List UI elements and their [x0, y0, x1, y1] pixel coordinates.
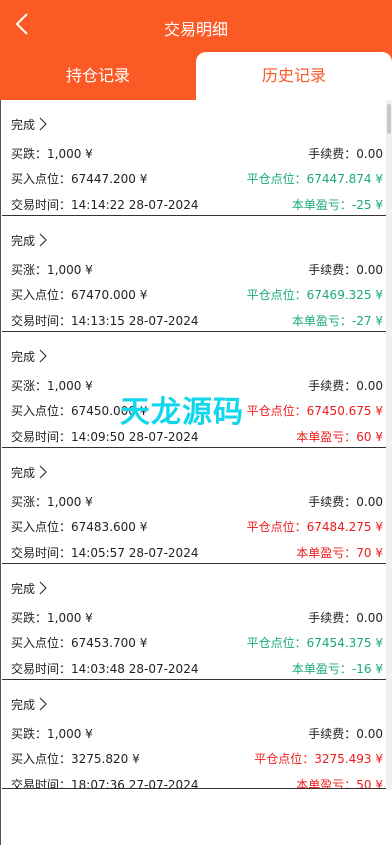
chevron-right-icon — [39, 233, 47, 247]
pnl-label: 本单盈亏： — [296, 546, 357, 560]
close-point-value: 67469.325 ¥ — [306, 288, 383, 302]
trade-time-label: 交易时间： — [11, 198, 72, 212]
status-label: 完成 — [11, 118, 36, 132]
page-title: 交易明细 — [163, 20, 228, 39]
fee-label: 手续费： — [308, 495, 357, 509]
tab-history-records[interactable]: 历史记录 — [196, 52, 392, 100]
pnl-label: 本单盈亏： — [291, 662, 352, 676]
trade-time-label: 交易时间： — [11, 662, 72, 676]
close-point-value: 67447.874 ¥ — [306, 172, 383, 186]
buy-point-label: 买入点位： — [11, 172, 72, 186]
buy-point-label: 买入点位： — [11, 752, 72, 766]
buy-point-label: 买入点位： — [11, 404, 72, 418]
watermark-text: 天龙源码 — [120, 395, 244, 430]
trade-direction-amount: 买涨：1,000 ¥ — [11, 379, 93, 393]
history-record-list[interactable]: 完成 买跌：1,000 ¥ 手续费：0.00 买入点位：67447.200 ¥ 平仓… — [0, 100, 392, 845]
scrollbar-thumb[interactable] — [387, 104, 391, 134]
chevron-right-icon — [39, 581, 47, 595]
fee-value: 0.00 — [356, 727, 383, 741]
chevron-right-icon — [39, 117, 47, 131]
history-record-card[interactable]: 完成 买涨：1,000 ¥ 手续费：0.00 买入点位：67483.600 ¥ 平仓… — [2, 448, 392, 564]
pnl-value: -25 ¥ — [351, 198, 383, 212]
chevron-right-icon — [39, 465, 47, 479]
buy-point-value: 3275.820 ¥ — [71, 752, 140, 766]
trade-time-label: 交易时间： — [11, 546, 72, 560]
fee-value: 0.00 — [356, 611, 383, 625]
pnl-label: 本单盈亏： — [296, 778, 357, 788]
pnl-value: -27 ¥ — [351, 314, 383, 328]
buy-point-value: 67447.200 ¥ — [71, 172, 148, 186]
fee-label: 手续费： — [308, 727, 357, 741]
trade-time-value: 14:05:57 28-07-2024 — [71, 546, 199, 560]
status-label: 完成 — [11, 234, 36, 248]
pnl-label: 本单盈亏： — [296, 430, 357, 444]
status-label: 完成 — [11, 698, 36, 712]
status-label: 完成 — [11, 582, 36, 596]
buy-point-label: 买入点位： — [11, 288, 72, 302]
trade-time-value: 14:14:22 28-07-2024 — [71, 198, 199, 212]
fee-value: 0.00 — [356, 263, 383, 277]
pnl-value: 70 ¥ — [356, 546, 383, 560]
list-scrollbar[interactable] — [386, 100, 392, 790]
trade-time-label: 交易时间： — [11, 314, 72, 328]
trade-time-value: 14:13:15 28-07-2024 — [71, 314, 199, 328]
trade-direction-amount: 买跌：1,000 ¥ — [11, 147, 93, 161]
buy-point-value: 67470.000 ¥ — [71, 288, 148, 302]
chevron-right-icon — [39, 697, 47, 711]
close-point-value: 3275.493 ¥ — [314, 752, 383, 766]
status-label: 完成 — [11, 350, 36, 364]
fee-label: 手续费： — [308, 147, 357, 161]
close-point-label: 平仓点位： — [254, 752, 315, 766]
fee-label: 手续费： — [308, 263, 357, 277]
trade-direction-amount: 买涨：1,000 ¥ — [11, 263, 93, 277]
app-header: 交易明细 持仓记录 历史记录 — [0, 0, 392, 100]
buy-point-label: 买入点位： — [11, 636, 72, 650]
close-point-label: 平仓点位： — [246, 172, 307, 186]
close-point-label: 平仓点位： — [246, 520, 307, 534]
pnl-value: 50 ¥ — [356, 778, 383, 788]
buy-point-value: 67453.700 ¥ — [71, 636, 148, 650]
fee-value: 0.00 — [356, 379, 383, 393]
buy-point-label: 买入点位： — [11, 520, 72, 534]
close-point-label: 平仓点位： — [246, 636, 307, 650]
history-record-card[interactable]: 完成 买涨：1,000 ¥ 手续费：0.00 买入点位：67470.000 ¥ 平仓… — [2, 216, 392, 332]
trade-direction-amount: 买涨：1,000 ¥ — [11, 495, 93, 509]
history-record-card[interactable]: 完成 买跌：1,000 ¥ 手续费：0.00 买入点位：3275.820 ¥ 平仓点… — [2, 680, 392, 789]
trade-time-value: 14:09:50 28-07-2024 — [71, 430, 199, 444]
history-record-card[interactable]: 完成 买跌：1,000 ¥ 手续费：0.00 买入点位：67453.700 ¥ 平仓… — [2, 564, 392, 680]
trade-time-label: 交易时间： — [11, 778, 72, 788]
pnl-label: 本单盈亏： — [291, 314, 352, 328]
history-record-card[interactable]: 完成 买跌：1,000 ¥ 手续费：0.00 买入点位：67447.200 ¥ 平仓… — [2, 100, 392, 216]
buy-point-value: 67483.600 ¥ — [71, 520, 148, 534]
trade-direction-amount: 买跌：1,000 ¥ — [11, 727, 93, 741]
trade-time-value: 18:07:36 27-07-2024 — [71, 778, 199, 788]
fee-value: 0.00 — [356, 147, 383, 161]
trade-direction-amount: 买跌：1,000 ¥ — [11, 611, 93, 625]
close-point-label: 平仓点位： — [246, 288, 307, 302]
chevron-right-icon — [39, 349, 47, 363]
close-point-value: 67450.675 ¥ — [306, 404, 383, 418]
fee-label: 手续费： — [308, 379, 357, 393]
close-point-value: 67484.275 ¥ — [306, 520, 383, 534]
tab-holding-records[interactable]: 持仓记录 — [0, 52, 196, 100]
fee-value: 0.00 — [356, 495, 383, 509]
close-point-label: 平仓点位： — [246, 404, 307, 418]
status-label: 完成 — [11, 466, 36, 480]
fee-label: 手续费： — [308, 611, 357, 625]
trade-time-label: 交易时间： — [11, 430, 72, 444]
pnl-value: -16 ¥ — [351, 662, 383, 676]
pnl-value: 60 ¥ — [356, 430, 383, 444]
close-point-value: 67454.375 ¥ — [306, 636, 383, 650]
pnl-label: 本单盈亏： — [291, 198, 352, 212]
trade-time-value: 14:03:48 28-07-2024 — [71, 662, 199, 676]
